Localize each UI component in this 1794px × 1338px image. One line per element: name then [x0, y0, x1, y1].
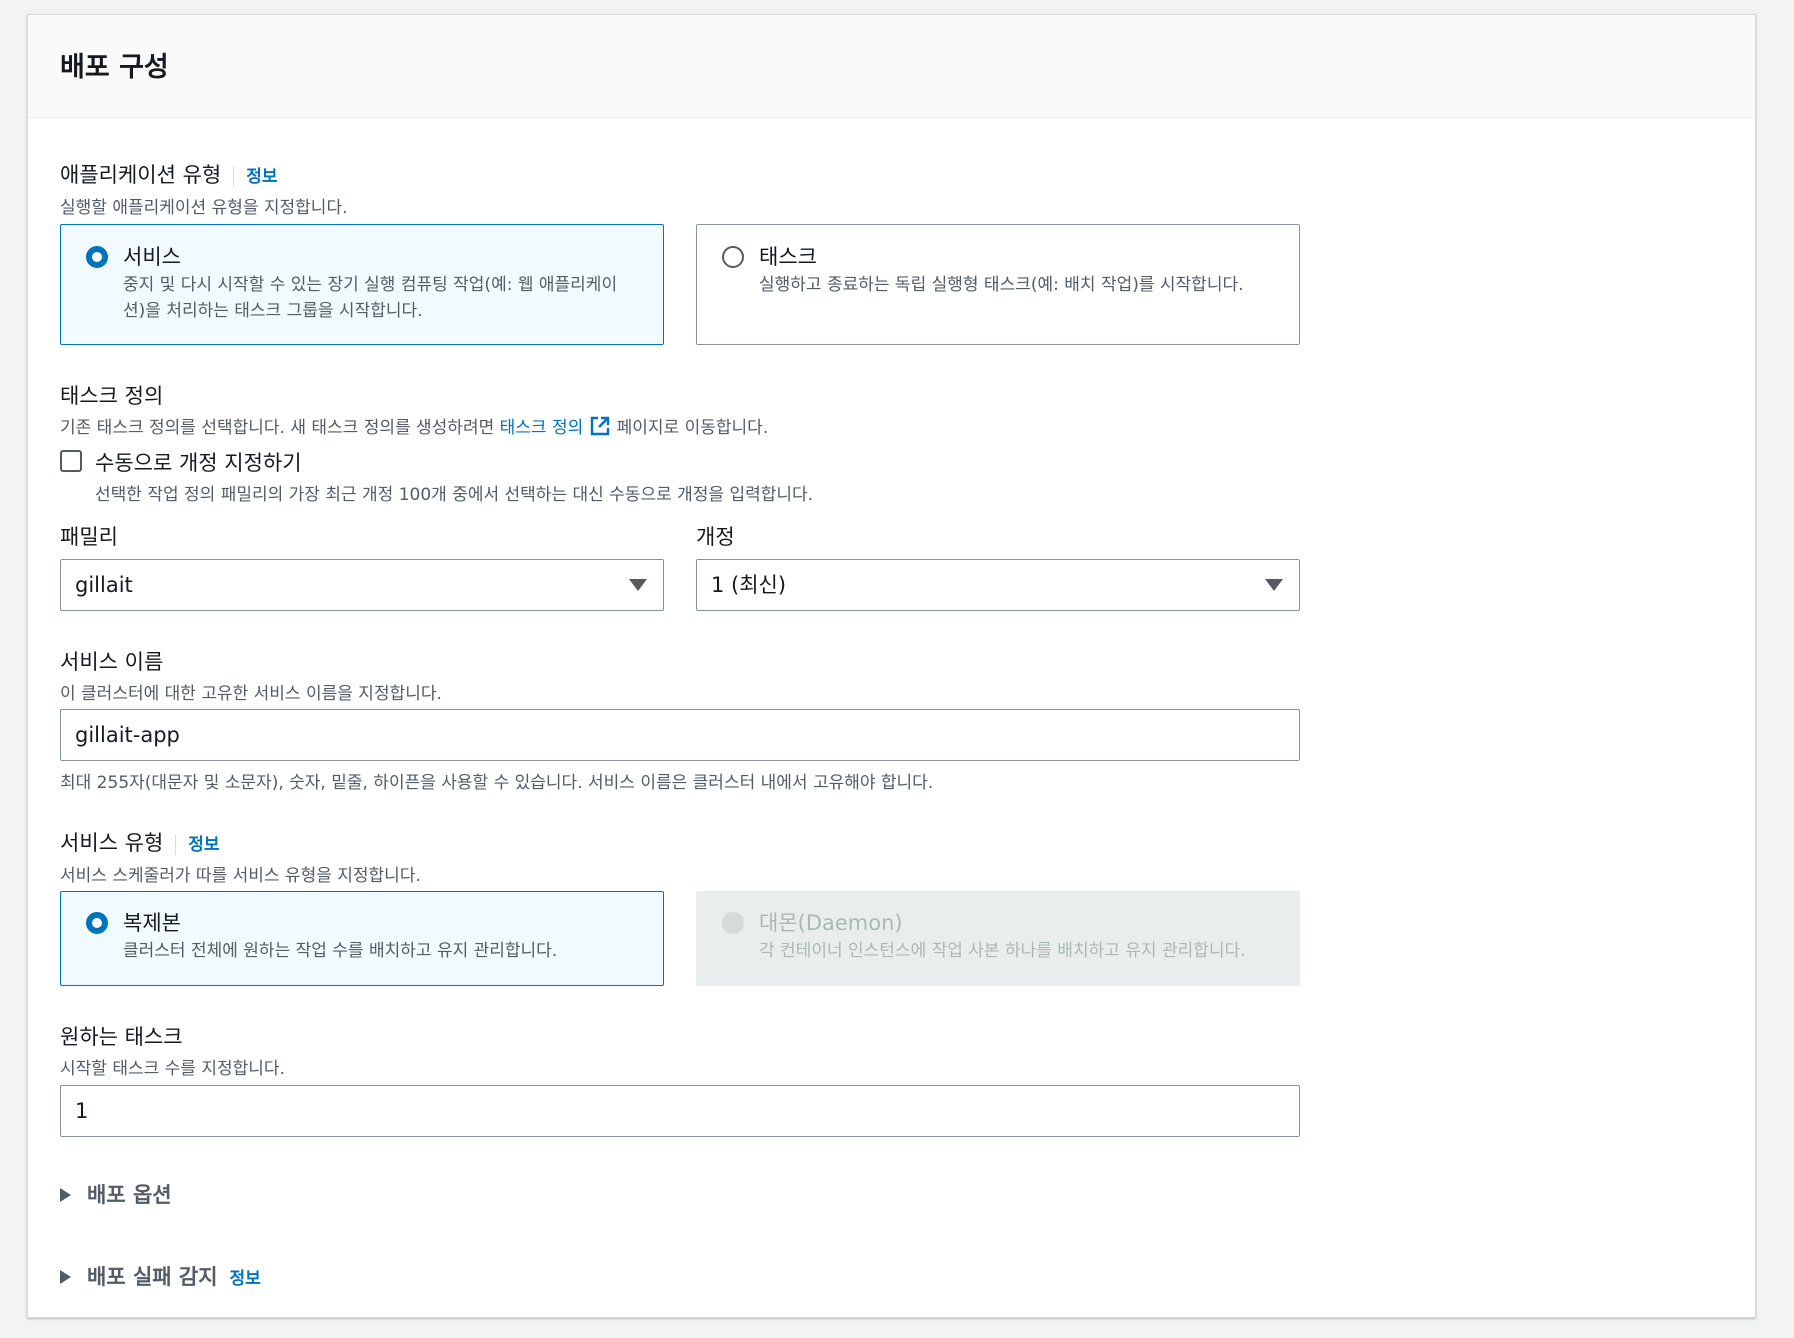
- service-type-info-link[interactable]: 정보: [175, 835, 220, 855]
- service-type-label-text: 서비스 유형: [60, 831, 164, 855]
- panel-title: 배포 구성: [60, 52, 169, 83]
- service-type-option-replica[interactable]: 복제본 클러스터 전체에 원하는 작업 수를 배치하고 유지 관리합니다.: [60, 891, 664, 986]
- radio-daemon: [722, 912, 744, 934]
- revision-select[interactable]: 1 (최신): [696, 559, 1300, 611]
- task-definition-description: 기존 태스크 정의를 선택합니다. 새 태스크 정의를 생성하려면 태스크 정의…: [60, 413, 768, 438]
- revision-select-value: 1 (최신): [711, 573, 787, 597]
- app-type-info-link[interactable]: 정보: [233, 167, 278, 187]
- option-task-title: 태스크: [759, 245, 817, 269]
- external-link-icon[interactable]: [589, 415, 611, 437]
- deployment-options-expander[interactable]: 배포 옵션: [60, 1179, 172, 1209]
- desired-tasks-description: 시작할 태스크 수를 지정합니다.: [60, 1059, 285, 1079]
- manual-revision-label[interactable]: 수동으로 개정 지정하기: [95, 447, 302, 477]
- service-name-input[interactable]: gillait-app: [60, 709, 1300, 761]
- family-select[interactable]: gillait: [60, 559, 664, 611]
- service-name-constraint: 최대 255자(대문자 및 소문자), 숫자, 밑줄, 하이픈을 사용할 수 있…: [60, 773, 934, 793]
- family-label: 패밀리: [60, 525, 118, 549]
- failure-detection-info-link[interactable]: 정보: [230, 1269, 261, 1289]
- app-type-label: 애플리케이션 유형 정보: [60, 159, 278, 189]
- manual-revision-checkbox[interactable]: [60, 450, 82, 472]
- desired-tasks-input-value: 1: [75, 1099, 89, 1123]
- app-type-label-text: 애플리케이션 유형: [60, 163, 222, 187]
- panel-header: 배포 구성: [28, 15, 1755, 118]
- task-definition-link[interactable]: 태스크 정의: [500, 418, 584, 438]
- service-type-description: 서비스 스케줄러가 따를 서비스 유형을 지정합니다.: [60, 866, 421, 886]
- family-select-value: gillait: [75, 573, 133, 597]
- failure-detection-expander[interactable]: 배포 실패 감지 정보: [60, 1261, 261, 1291]
- revision-label: 개정: [696, 525, 735, 549]
- option-service-desc-line1: 중지 및 다시 시작할 수 있는 장기 실행 컴퓨팅 작업(예: 웹 애플리케이: [123, 275, 618, 295]
- service-type-label: 서비스 유형 정보: [60, 827, 220, 857]
- task-definition-desc-after: 페이지로 이동합니다.: [611, 418, 769, 438]
- service-name-input-value: gillait-app: [75, 723, 180, 747]
- option-replica-desc: 클러스터 전체에 원하는 작업 수를 배치하고 유지 관리합니다.: [123, 941, 558, 961]
- app-type-option-task[interactable]: 태스크 실행하고 종료하는 독립 실행형 태스크(예: 배치 작업)를 시작합니…: [696, 224, 1300, 345]
- caret-right-icon: [60, 1269, 71, 1284]
- option-task-desc: 실행하고 종료하는 독립 실행형 태스크(예: 배치 작업)를 시작합니다.: [759, 275, 1244, 295]
- manual-revision-description: 선택한 작업 정의 패밀리의 가장 최근 개정 100개 중에서 선택하는 대신…: [95, 485, 814, 505]
- service-name-label: 서비스 이름: [60, 650, 164, 674]
- caret-down-icon: [629, 579, 647, 591]
- desired-tasks-input[interactable]: 1: [60, 1085, 1300, 1137]
- caret-down-icon: [1265, 579, 1283, 591]
- option-service-desc-line2: 션)을 처리하는 태스크 그룹을 시작합니다.: [123, 301, 423, 321]
- radio-replica[interactable]: [86, 912, 108, 934]
- task-definition-desc-text: 기존 태스크 정의를 선택합니다. 새 태스크 정의를 생성하려면: [60, 418, 500, 438]
- radio-task[interactable]: [722, 246, 744, 268]
- option-service-title: 서비스: [123, 245, 181, 269]
- failure-detection-label: 배포 실패 감지: [87, 1265, 218, 1289]
- caret-right-icon: [60, 1187, 71, 1202]
- radio-service[interactable]: [86, 246, 108, 268]
- app-type-description: 실행할 애플리케이션 유형을 지정합니다.: [60, 198, 348, 218]
- service-type-option-daemon: 대몬(Daemon) 각 컨테이너 인스턴스에 작업 사본 하나를 배치하고 유…: [696, 891, 1300, 986]
- service-name-description: 이 클러스터에 대한 고유한 서비스 이름을 지정합니다.: [60, 684, 442, 704]
- deployment-config-panel: 배포 구성 애플리케이션 유형 정보 실행할 애플리케이션 유형을 지정합니다. …: [27, 14, 1756, 1318]
- option-daemon-title: 대몬(Daemon): [759, 911, 903, 935]
- task-definition-label: 태스크 정의: [60, 384, 164, 408]
- desired-tasks-label: 원하는 태스크: [60, 1025, 183, 1049]
- deployment-options-label: 배포 옵션: [87, 1183, 172, 1207]
- app-type-option-service[interactable]: 서비스 중지 및 다시 시작할 수 있는 장기 실행 컴퓨팅 작업(예: 웹 애…: [60, 224, 664, 345]
- option-replica-title: 복제본: [123, 911, 181, 935]
- option-daemon-desc: 각 컨테이너 인스턴스에 작업 사본 하나를 배치하고 유지 관리합니다.: [759, 941, 1246, 961]
